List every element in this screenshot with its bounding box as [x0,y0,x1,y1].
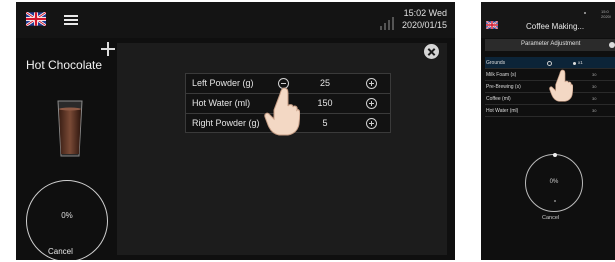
cancel-button[interactable]: Cancel [542,215,559,221]
top-bar: 15:02 Wed 2020/01/15 [16,2,455,38]
signal-icon [380,16,394,30]
panel-title: Parameter Adjustment [521,41,581,47]
parameter-value: 30 [592,84,597,89]
product-title: Hot Chocolate [26,58,103,72]
main-screen: 15:02 Wed 2020/01/15 Hot Chocolate 0% Ca… [16,2,455,260]
parameter-label: Pre-Brewing (s) [486,84,521,90]
pointing-hand-icon [264,87,300,136]
grounds-multiplier: x1 [578,60,583,65]
top-bar: Coffee Making... 15:0 2020/ [481,2,615,38]
clock-time: 15:0 2020/ [601,9,612,19]
parameter-value: 30 [592,96,597,101]
parameter-value: 30 [592,108,597,113]
parameter-label: Left Powder (g) [192,78,254,88]
cancel-button[interactable]: Cancel [48,247,73,256]
uk-flag-icon[interactable] [486,21,498,29]
parameter-label: Coffee (ml) [486,96,511,102]
progress-percent: 0% [61,211,73,220]
progress-indicator-dot [554,200,556,202]
parameter-label: Hot Water (ml) [486,108,519,114]
plus-icon[interactable] [101,42,115,56]
status-title: Coffee Making... [526,22,585,31]
progress-ring: 0% [525,153,583,212]
secondary-screen: Coffee Making... 15:0 2020/ Parameter Ad… [481,2,615,260]
progress-indicator-dot [553,153,557,157]
clock-date: 2020/01/15 [401,20,447,30]
parameter-value: 30 [592,72,597,77]
parameter-label: Right Powder (g) [192,118,260,128]
parameter-panel-header: Parameter Adjustment [485,39,615,51]
pointing-hand-icon [549,69,573,102]
parameter-row-hot-water: Hot Water (ml) 30 [485,105,615,117]
increase-left-powder-button[interactable] [366,78,377,89]
parameter-label: Milk Foam (s) [486,72,517,78]
parameter-value: 150 [317,98,333,108]
info-icon[interactable] [609,42,615,48]
increase-hot-water-button[interactable] [366,98,377,109]
parameter-value: 25 [319,78,330,88]
clock-time: 15:02 Wed [403,8,447,18]
uk-flag-icon[interactable] [26,12,46,26]
parameter-label: Hot Water (ml) [192,98,251,108]
parameter-value: 5 [322,118,328,128]
increase-right-powder-button[interactable] [366,118,377,129]
parameter-label: Grounds [486,60,506,66]
status-dot [584,12,586,14]
hot-chocolate-cup-icon [57,100,83,157]
progress-percent: 0% [549,179,559,185]
grounds-dot-icon [573,62,576,65]
menu-icon[interactable] [64,15,78,25]
close-icon[interactable] [424,44,439,59]
